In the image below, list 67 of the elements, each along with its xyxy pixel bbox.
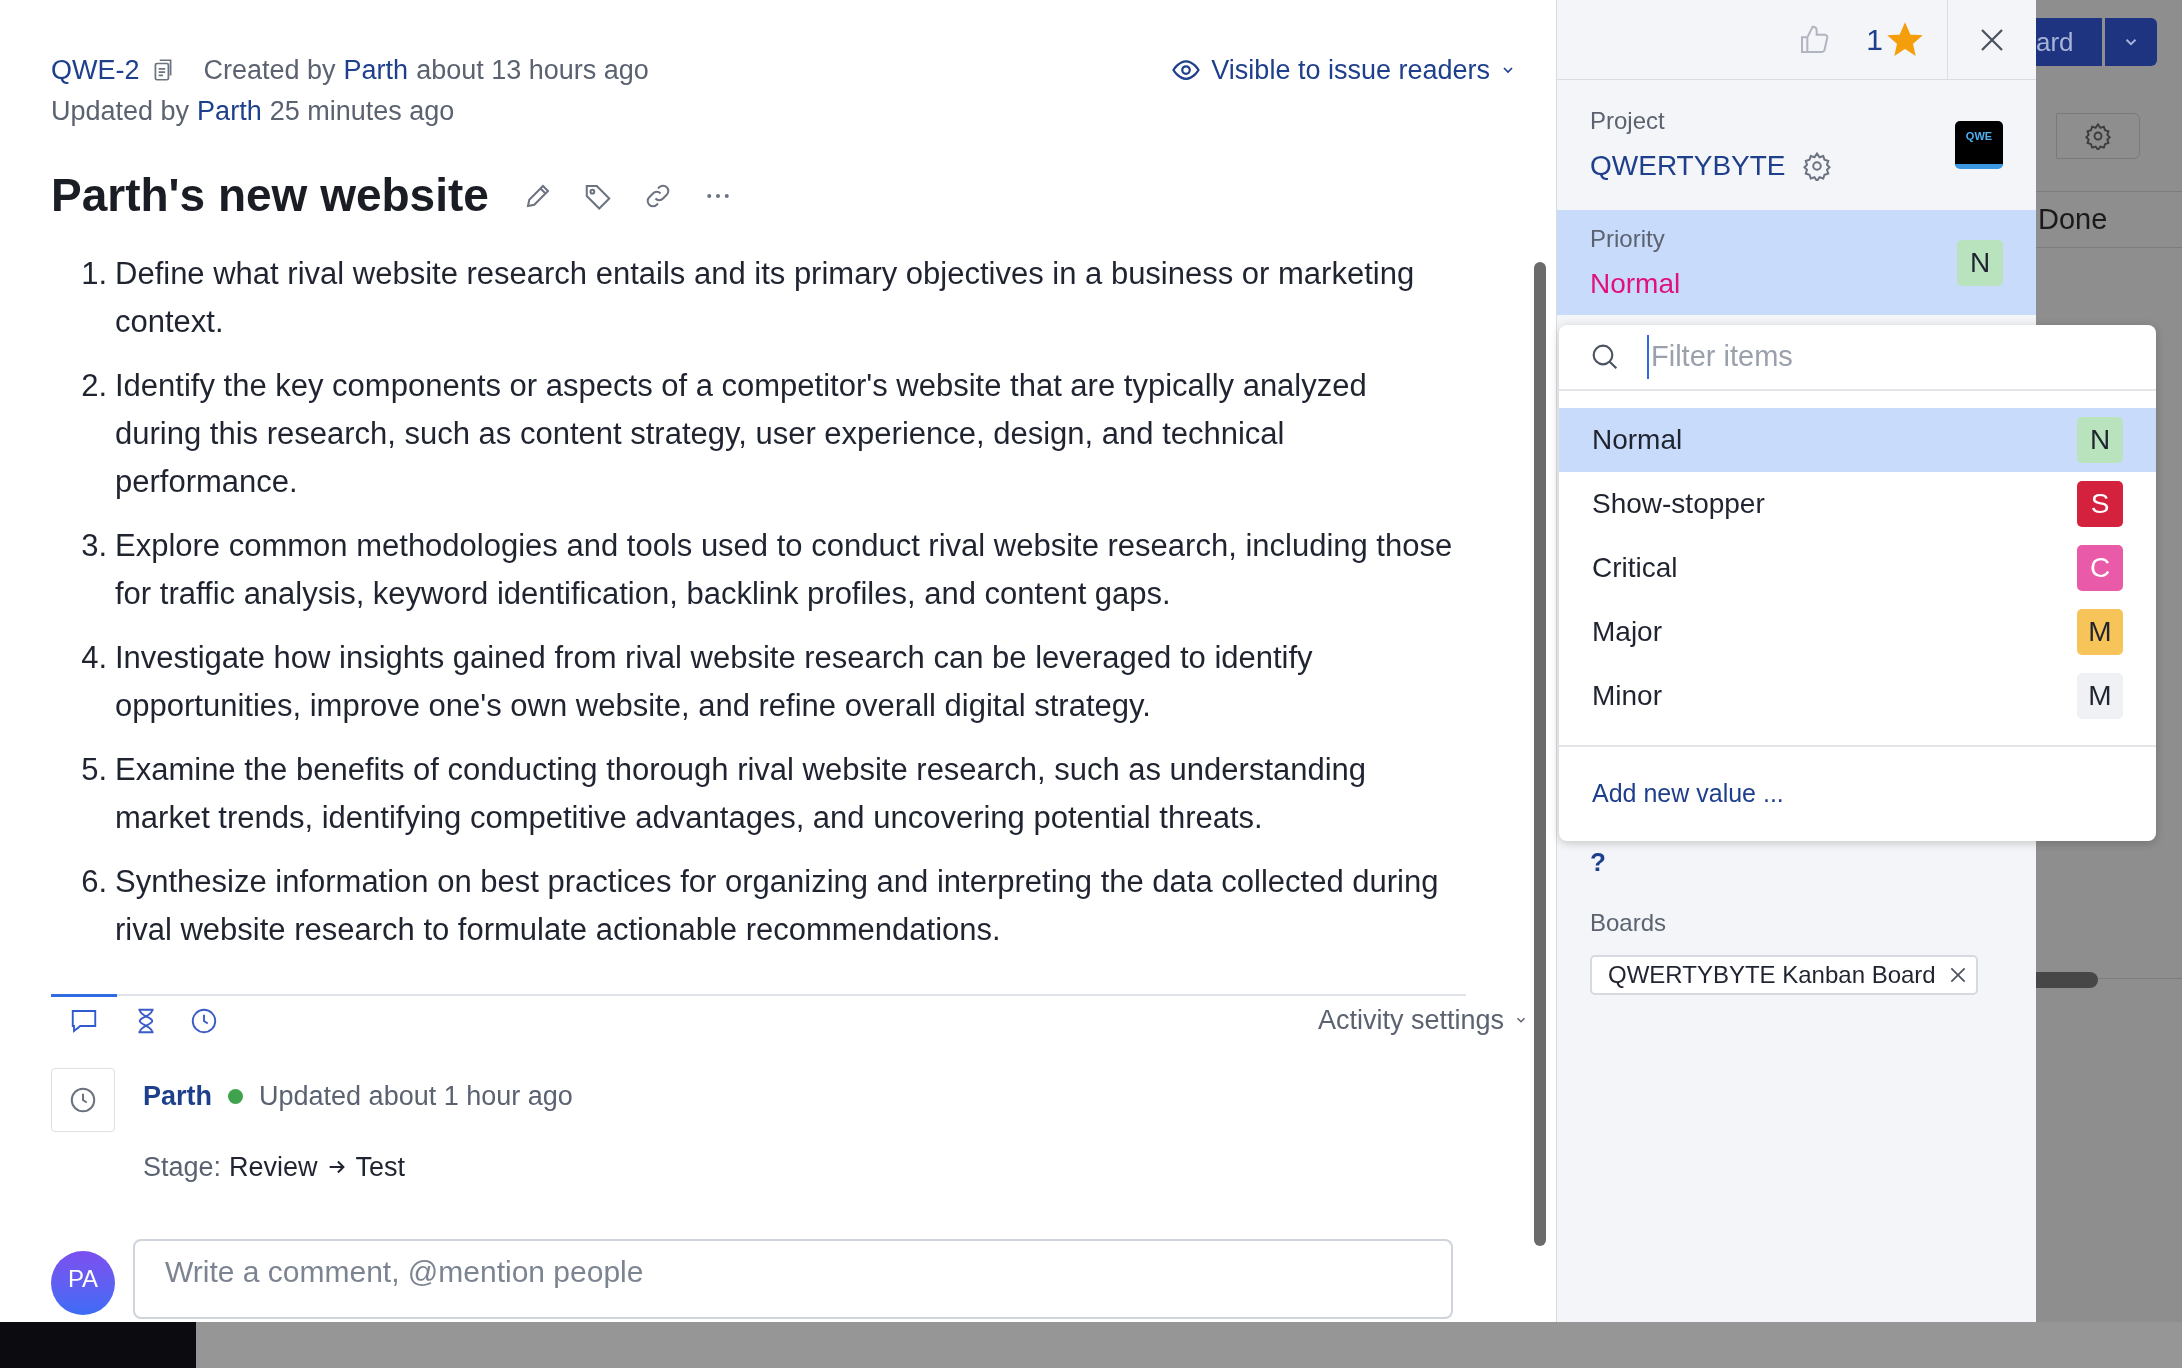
author-link[interactable]: Parth <box>197 90 262 131</box>
old-value: Review <box>229 1150 318 1184</box>
list-number: 1. <box>80 255 108 293</box>
project-link[interactable]: QWERTYBYTE <box>1590 145 1786 187</box>
priority-value: Normal <box>1590 266 1681 301</box>
list-number: 3. <box>80 527 108 565</box>
issue-title: Parth's new website <box>51 168 489 223</box>
settings-icon[interactable] <box>1801 151 1832 181</box>
user-avatar: PA <box>51 1251 115 1315</box>
priority-badge: S <box>2077 481 2123 527</box>
filter-input[interactable]: Filter items <box>1647 335 2156 379</box>
scrollbar[interactable] <box>1534 262 1546 1246</box>
settings-icon <box>2084 121 2112 150</box>
issue-id-link[interactable]: QWE-2 <box>51 50 140 91</box>
option-label: Normal <box>1592 423 1683 457</box>
field-label: Project <box>1590 106 1666 136</box>
project-logo: QWE <box>1955 121 2003 169</box>
priority-badge: C <box>2077 545 2123 591</box>
new-value: Test <box>355 1150 406 1184</box>
add-value-link[interactable]: Add new value ... <box>1592 775 1784 813</box>
list-number: 5. <box>80 751 108 789</box>
board-button[interactable]: ard <box>2036 18 2102 66</box>
entry-summary: Updated about 1 hour ago <box>259 1080 573 1113</box>
activity-settings-dropdown[interactable]: Activity settings <box>1317 999 1528 1041</box>
priority-badge: M <box>2077 673 2123 719</box>
priority-option[interactable]: Critical C <box>1559 536 2156 600</box>
priority-option[interactable]: Minor M <box>1559 664 2156 728</box>
list-number: 6. <box>80 863 108 901</box>
author-link[interactable]: Parth <box>143 1076 213 1117</box>
list-item-text: Investigate how insights gained from rival website research can be leveraged to identify opportunities, improve one's own website, and refine overall digital strategy. <box>115 639 1314 725</box>
list-number: 2. <box>80 367 108 405</box>
list-number: 4. <box>80 639 108 677</box>
list-item-text: Synthesize information on best practices for organizing and interpreting the data collected during rival website research to formulate actionable recommendations. <box>115 863 1440 949</box>
list-item-text: Explore common methodologies and tools used to conduct rival website research, including those for traffic analysis, keyword identification, backlink profiles, and content gaps. <box>115 527 1454 613</box>
created-time: about 13 hours ago <box>416 54 649 87</box>
updated-time: 25 minutes ago <box>269 94 455 128</box>
priority-badge: M <box>2077 609 2123 655</box>
option-label: Minor <box>1592 679 1662 713</box>
list-item-text: Define what rival website research entails and its primary objectives in a business or marketing context. <box>115 255 1416 341</box>
author-link[interactable]: Parth <box>343 50 409 91</box>
priority-option[interactable]: Show-stopper S <box>1559 472 2156 536</box>
thumbs-up-icon[interactable] <box>1798 23 1831 56</box>
clock-icon <box>68 1085 98 1115</box>
star-icon[interactable] <box>1887 21 1923 58</box>
priority-badge: N <box>1957 239 2003 286</box>
option-label: Show-stopper <box>1592 487 1765 521</box>
list-item-text: Identify the key components or aspects of a competitor's website that are typically analyzed during this research, such as content strategy, user experience, design, and technical performance. <box>115 367 1368 501</box>
board-name: QWERTYBYTE Kanban Board <box>1608 960 1936 990</box>
created-label: Created by <box>203 54 336 87</box>
visibility-dropdown[interactable]: Visible to issue readers <box>1171 50 1516 91</box>
field-value: ? <box>1590 846 1606 879</box>
vote-count: 1 <box>1866 22 1883 58</box>
scrollbar[interactable] <box>2036 972 2098 988</box>
status-text: Done <box>2037 201 2108 237</box>
field-label: Priority <box>1590 223 1666 254</box>
priority-option[interactable]: Normal N <box>1559 408 2156 472</box>
settings-button[interactable] <box>2056 112 2140 159</box>
list-item-text: Examine the benefits of conducting thorough rival website research, such as understanding market trends, identifying competitive advantages, and uncovering potential threats. <box>115 751 1368 837</box>
option-label: Critical <box>1592 551 1678 585</box>
option-label: Major <box>1592 615 1662 649</box>
comment-input[interactable]: Write a comment, @mention people <box>133 1239 1453 1319</box>
field-name: Stage: <box>143 1150 222 1184</box>
field-label: Boards <box>1590 908 1668 938</box>
priority-field[interactable]: Priority Normal N <box>1557 210 2036 315</box>
priority-option[interactable]: Major M <box>1559 600 2156 664</box>
updated-label: Updated by <box>51 94 190 128</box>
priority-badge: N <box>2077 417 2123 463</box>
